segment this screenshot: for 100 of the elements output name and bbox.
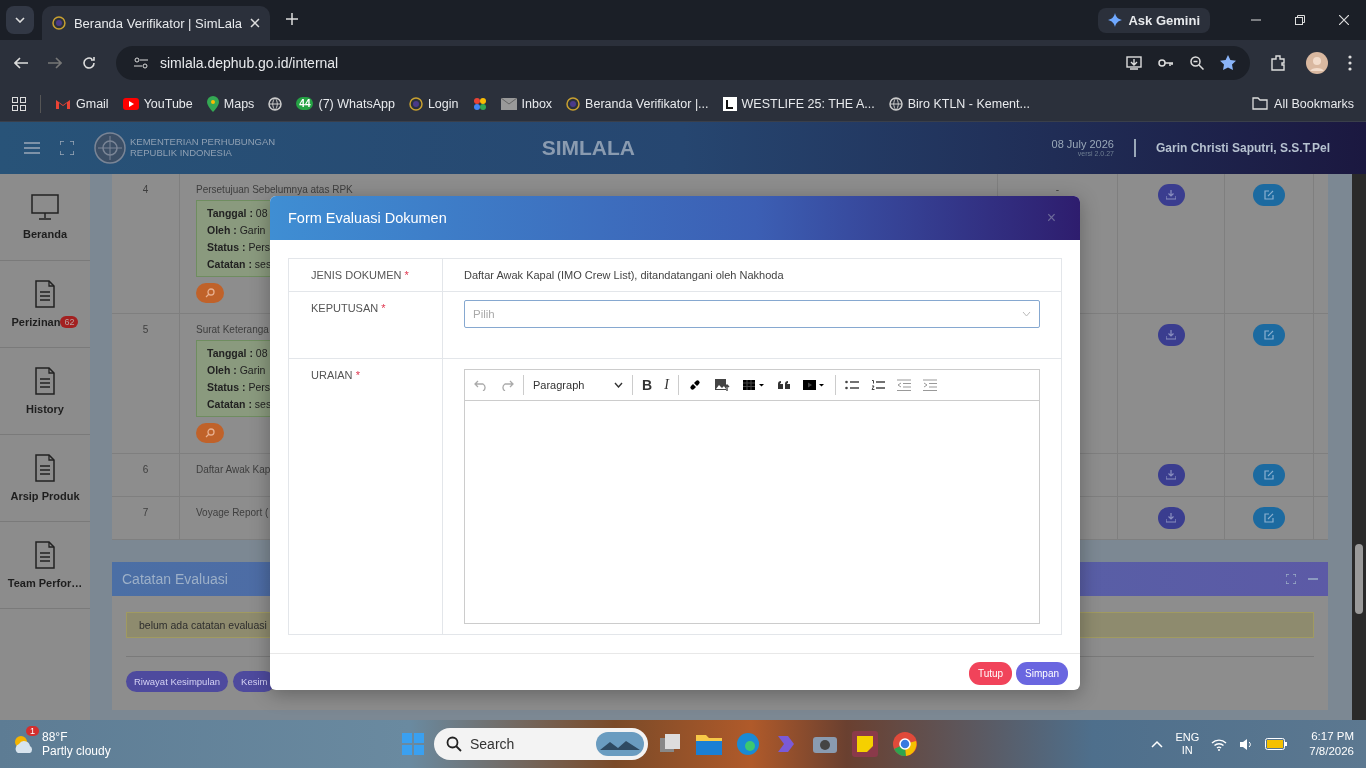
row-number: 4 [142,184,149,195]
bookmark[interactable]: YouTube [122,96,193,111]
install-icon [1126,56,1142,70]
document-icon [35,541,55,569]
browser-tab[interactable]: Beranda Verifikator | SimLala [42,6,270,40]
monitor-icon [31,194,59,220]
document-title: Daftar Awak Kap [196,464,271,475]
status-line: Oleh : Garin [207,224,266,236]
download-button[interactable] [1157,184,1185,206]
site-settings-icon [134,57,148,69]
bookmark[interactable]: Beranda Verifikator |... [566,96,709,111]
back-arrow-icon [14,57,28,69]
sidebar-item[interactable]: History [0,348,90,435]
action-button[interactable]: Riwayat Kesimpulan [126,671,229,692]
edit-icon [1264,470,1274,480]
download-button[interactable] [1157,324,1185,346]
close-icon [1339,15,1349,25]
emblem-icon [566,96,581,111]
image-icon [713,378,730,392]
edit-button[interactable] [1253,507,1285,529]
apps-grid-icon [12,96,26,111]
taskbar-search[interactable]: Search [434,728,648,760]
document-title: Surat Keteranga [196,324,269,335]
sidebar-item[interactable]: Arsip Produk [0,435,90,522]
row-number: 7 [142,507,149,518]
user-name[interactable]: Garin Christi Saputri, S.S.T.Pel [1155,141,1330,155]
field-label: URAIAN * [311,369,360,381]
edge-icon [736,732,760,756]
field-label: JENIS DOKUMEN * [311,269,409,281]
panel-title: Catatan Evaluasi [122,571,229,587]
restore-icon [1295,15,1305,25]
globe-icon [268,96,283,111]
edit-button[interactable] [1253,184,1285,206]
undo-icon [474,379,488,391]
language-label[interactable]: ENG [1175,730,1200,744]
keyboard-label[interactable]: IN [1175,744,1200,758]
save-button[interactable]: Simpan [1016,661,1068,685]
tab-list-button[interactable] [6,6,34,34]
chevron-up-icon [1151,740,1164,748]
scrollbar-thumb[interactable] [1355,544,1363,614]
search-button[interactable] [196,423,224,443]
bookmark[interactable]: Maps [206,95,255,112]
header-date: 08 July 2026 [1051,138,1114,151]
search-icon [446,736,462,752]
search-icon [205,428,215,438]
caret-icon [614,382,623,388]
table-icon [741,379,766,391]
bookmark[interactable]: Gmail [55,96,109,111]
expand-icon [1286,574,1296,584]
paragraph-dropdown[interactable]: Paragraph [530,379,626,391]
key-icon [1158,58,1174,68]
sidebar-item[interactable]: Team Perfor… [0,522,90,609]
notification-badge: 1 [26,725,39,736]
forward-arrow-icon [48,57,62,69]
clock-date[interactable]: 7/8/2026 [1309,744,1354,759]
windows-icon [402,733,424,755]
status-line: Oleh : Garin [207,364,266,376]
address-bar[interactable]: simlala.dephub.go.id/internal [116,46,1250,80]
bookmark[interactable]: Login [408,96,459,111]
download-button[interactable] [1157,507,1185,529]
sticky-note-icon [852,731,878,757]
weather-condition: Partly cloudy [42,744,111,759]
close-icon [250,18,260,28]
bookmark[interactable] [472,96,487,111]
volume-icon [1239,737,1254,751]
download-button[interactable] [1157,464,1185,486]
modal-title: Form Evaluasi Dokumen [288,210,448,226]
edit-button[interactable] [1253,324,1285,346]
pinwheel-icon [472,96,487,111]
search-button[interactable] [196,283,224,303]
sparkle-icon [1108,13,1123,27]
battery-icon [1265,738,1288,750]
sidebar-item[interactable]: Beranda [0,174,90,261]
sidebar-item[interactable]: Perizinan 62 [0,261,90,348]
media-icon [801,379,826,391]
ask-gemini-button[interactable]: Ask Gemini [1098,7,1210,33]
bookmark[interactable]: Biro KTLN - Kement... [888,96,1030,111]
download-icon [1166,190,1176,200]
bookmark[interactable]: Inbox [500,96,553,111]
all-bookmarks-button[interactable]: All Bookmarks [1252,96,1354,111]
edit-icon [1264,190,1274,200]
document-title: Persetujuan Sebelumnya atas RPK [196,184,353,195]
bookmark[interactable]: 44 (7) WhatsApp [296,96,395,111]
bookmark[interactable] [268,96,283,111]
document-icon [35,454,55,482]
folder-icon [1252,97,1269,110]
bookmark[interactable]: WESTLIFE 25: THE A... [722,96,875,111]
field-label: KEPUTUSAN * [311,302,386,314]
cancel-button[interactable]: Tutup [968,661,1013,685]
clock-time[interactable]: 6:17 PM [1309,729,1354,744]
status-line: Status : Pers [207,241,271,253]
landscape-icon [596,732,644,756]
edit-icon [1264,513,1274,523]
italic-button[interactable]: I [661,377,672,393]
chrome-icon [892,731,918,757]
plus-icon [286,12,298,25]
numbered-list-icon [870,379,885,391]
edit-button[interactable] [1253,464,1285,486]
bold-button[interactable]: B [639,377,656,393]
menu-icon [24,142,40,154]
